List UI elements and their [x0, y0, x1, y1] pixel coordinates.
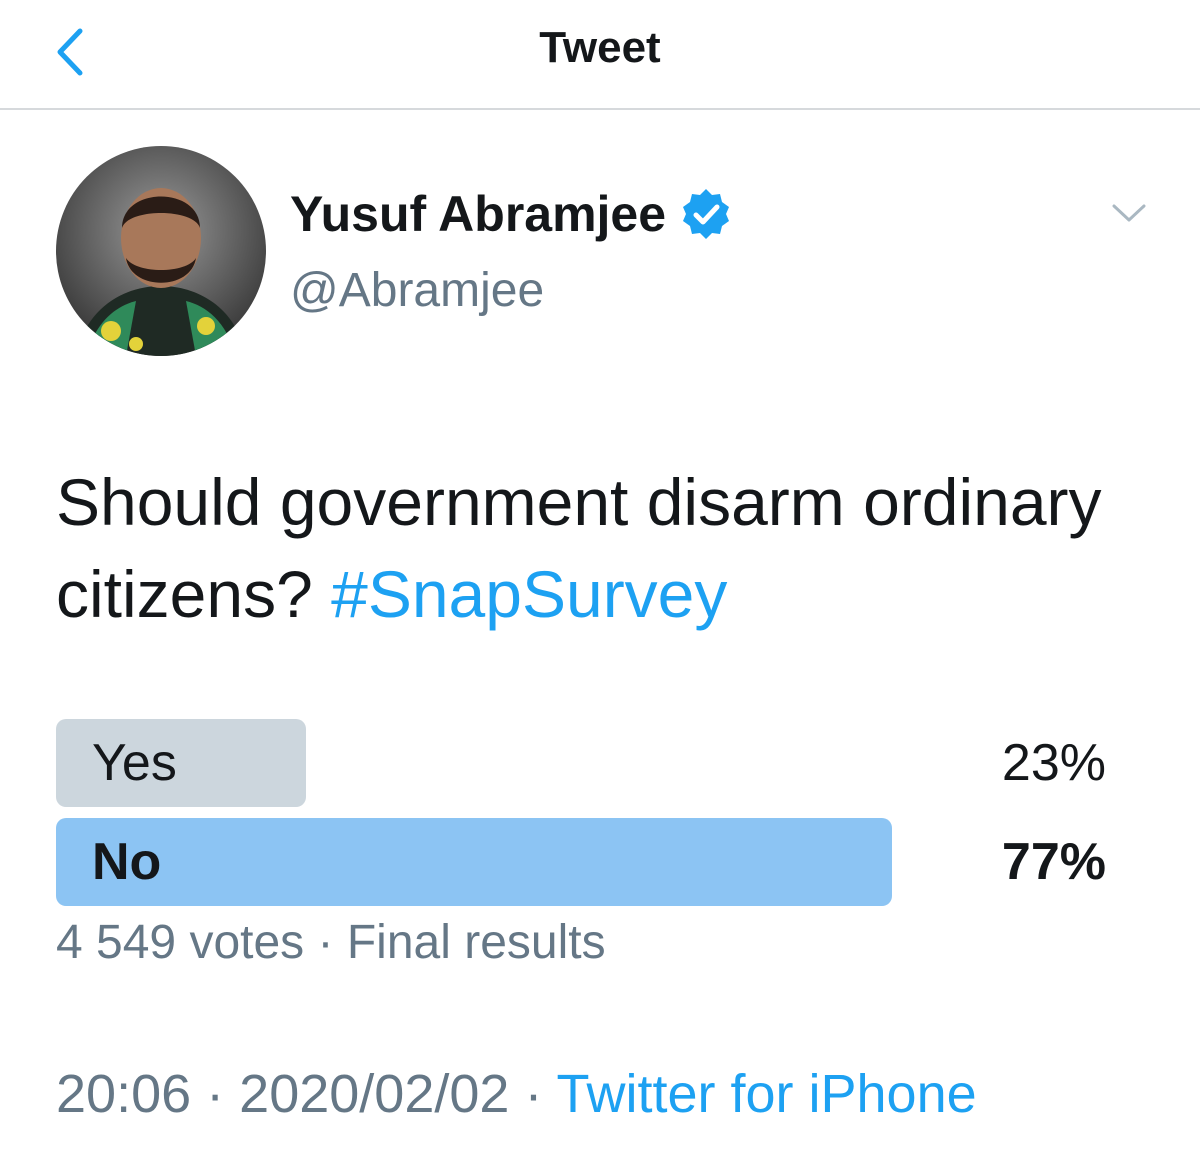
tweet-text: Should government disarm ordinary citize… — [56, 456, 1166, 640]
avatar[interactable] — [56, 146, 266, 356]
tweet-timestamp: 20:06 · 2020/02/02 · Twitter for iPhone — [56, 1062, 977, 1126]
tweet-options-button[interactable] — [1106, 190, 1152, 236]
author-name-text: Yusuf Abramjee — [290, 186, 667, 242]
poll-vote-count: 4 549 votes — [56, 916, 305, 969]
poll-summary: 4 549 votes · Final results — [56, 914, 606, 972]
chevron-down-icon — [1112, 204, 1146, 222]
tweet-source-link[interactable]: Twitter for iPhone — [556, 1064, 976, 1124]
poll-option-no: No 77% — [56, 818, 1150, 906]
tweet-date: 2020/02/02 — [239, 1064, 510, 1124]
poll-option-percent: 77% — [1001, 833, 1106, 891]
separator-dot: · — [524, 1064, 543, 1124]
separator-dot: · — [206, 1064, 225, 1124]
hashtag-link[interactable]: #SnapSurvey — [331, 557, 727, 631]
poll-option-yes: Yes 23% — [56, 719, 1150, 807]
verified-badge-icon — [683, 189, 730, 239]
poll-option-label: Yes — [92, 734, 177, 792]
poll-option-percent: 23% — [1001, 734, 1106, 792]
tweet-time: 20:06 — [56, 1064, 192, 1124]
poll-bar-no — [56, 818, 892, 906]
poll-status: Final results — [346, 916, 606, 969]
separator-dot: · — [317, 916, 334, 969]
author-display-name[interactable]: Yusuf Abramjee — [290, 184, 734, 244]
tweet-detail-screen: Tweet Yusuf Abramjee @Abramjee Should go… — [0, 0, 1200, 1163]
page-title: Tweet — [539, 23, 661, 72]
avatar-image — [56, 146, 266, 356]
poll-option-label: No — [92, 833, 162, 891]
top-navigation-bar: Tweet — [0, 0, 1200, 110]
author-handle[interactable]: @Abramjee — [290, 262, 544, 320]
